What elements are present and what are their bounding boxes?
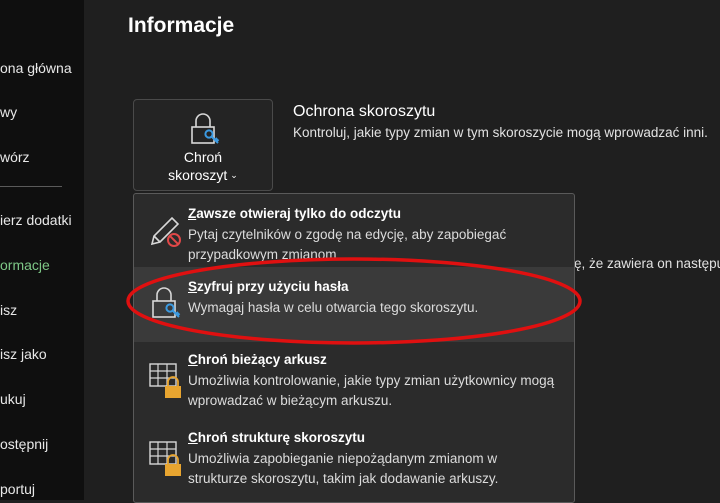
protect-button-label-line1: Chroń xyxy=(183,149,223,165)
menu-item-description: Wymagaj hasła w celu otwarcia tego skoro… xyxy=(188,300,479,315)
menu-item-description: Umożliwia zapobieganie niepożądanym zmia… xyxy=(188,451,499,486)
sidebar-item-info[interactable]: ormacje xyxy=(0,252,84,278)
section-description: Kontroluj, jakie typy zmian w tym skoros… xyxy=(293,125,708,140)
page-title: Informacje xyxy=(128,14,235,37)
sheet-lock-icon xyxy=(148,362,188,402)
menu-item-description: Umożliwia kontrolowanie, jakie typy zmia… xyxy=(188,373,555,408)
menu-item-title: Chroń bieżący arkusz xyxy=(188,352,327,367)
section-title: Ochrona skoroszytu xyxy=(293,103,436,120)
sidebar-item-print[interactable]: ukuj xyxy=(0,386,84,412)
lock-key-icon xyxy=(148,285,188,325)
sidebar-item-new[interactable]: wy xyxy=(0,99,84,125)
menu-item-title: Zawsze otwieraj tylko do odczytu xyxy=(188,206,402,221)
menu-item-encrypt-with-password[interactable]: Szyfruj przy użyciu hasła Wymagaj hasła … xyxy=(134,267,574,342)
protect-workbook-menu: Zawsze otwieraj tylko do odczytu Pytaj c… xyxy=(133,193,575,503)
menu-item-protect-current-sheet[interactable]: Chroń bieżący arkusz Umożliwia kontrolow… xyxy=(134,342,574,420)
sidebar-item-home[interactable]: ona główna xyxy=(0,55,84,81)
menu-item-always-open-read-only[interactable]: Zawsze otwieraj tylko do odczytu Pytaj c… xyxy=(134,194,574,266)
sidebar-item-save-as[interactable]: isz jako xyxy=(0,341,84,367)
sidebar-item-export[interactable]: portuj xyxy=(0,476,84,500)
protect-button-label-line2: skoroszyt xyxy=(168,167,228,183)
backstage-sidebar: ona główna wy wórz ierz dodatki ormacje … xyxy=(0,0,84,500)
background-text-fragment: ę, że zawiera on następują xyxy=(574,256,720,271)
chevron-down-icon: ⌄ xyxy=(230,170,238,180)
sidebar-item-share[interactable]: ostępnij xyxy=(0,431,84,457)
menu-item-protect-workbook-structure[interactable]: Chroń strukturę skoroszytu Umożliwia zap… xyxy=(134,420,574,502)
sidebar-item-save[interactable]: isz xyxy=(0,297,84,323)
pencil-no-icon xyxy=(148,210,188,250)
workbook-lock-icon xyxy=(148,440,188,480)
sidebar-separator xyxy=(0,186,62,187)
menu-item-title: Chroń strukturę skoroszytu xyxy=(188,430,366,445)
protect-workbook-button[interactable]: Chroń skoroszyt ⌄ xyxy=(133,99,273,191)
lock-key-icon xyxy=(189,112,221,146)
menu-item-title: Szyfruj przy użyciu hasła xyxy=(188,279,349,294)
menu-item-description: Pytaj czytelników o zgodę na edycję, aby… xyxy=(188,227,507,262)
sidebar-item-open[interactable]: wórz xyxy=(0,144,84,170)
sidebar-item-get-addins[interactable]: ierz dodatki xyxy=(0,207,84,233)
